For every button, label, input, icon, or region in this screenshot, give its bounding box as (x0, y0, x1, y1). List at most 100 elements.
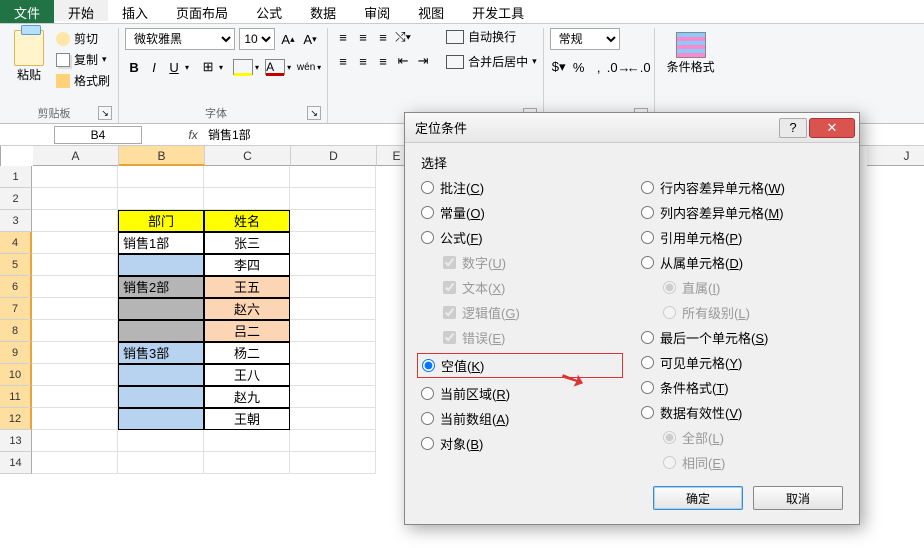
row-header-11[interactable]: 11 (0, 386, 32, 408)
format-painter-button[interactable]: 格式刷 (54, 70, 112, 91)
opt-dependents[interactable]: 从属单元格(D) (641, 253, 843, 272)
col-header-j[interactable]: J (867, 146, 924, 166)
opt-current-region[interactable]: 当前区域(R) (421, 384, 623, 403)
cell-c4[interactable]: 张三 (204, 232, 290, 254)
ok-button[interactable]: 确定 (653, 486, 743, 510)
cell-a12[interactable] (32, 408, 118, 430)
cell-b3[interactable]: 部门 (118, 210, 204, 232)
cell-b14[interactable] (118, 452, 204, 474)
cell-a7[interactable] (32, 298, 118, 320)
cell-b12[interactable] (118, 408, 204, 430)
dialog-help-button[interactable]: ? (779, 118, 807, 138)
tab-file[interactable]: 文件 (0, 0, 54, 23)
underline-button[interactable]: U (165, 58, 183, 76)
font-color-button[interactable]: A (265, 59, 285, 75)
cell-b6[interactable]: 销售2部 (118, 276, 204, 298)
opt-validation[interactable]: 数据有效性(V) (641, 403, 843, 422)
cell-c9[interactable]: 杨二 (204, 342, 290, 364)
cell-a9[interactable] (32, 342, 118, 364)
row-header-5[interactable]: 5 (0, 254, 32, 276)
tab-data[interactable]: 数据 (296, 0, 350, 23)
row-header-1[interactable]: 1 (0, 166, 32, 188)
row-header-2[interactable]: 2 (0, 188, 32, 210)
row-header-13[interactable]: 13 (0, 430, 32, 452)
inc-decimal-button[interactable]: .0→ (610, 58, 628, 76)
row-header-8[interactable]: 8 (0, 320, 32, 342)
cell-b1[interactable] (118, 166, 204, 188)
cell-a3[interactable] (32, 210, 118, 232)
align-middle-button[interactable]: ≡ (354, 28, 372, 46)
opt-comments[interactable]: 批注(C) (421, 178, 623, 197)
opt-constants[interactable]: 常量(O) (421, 203, 623, 222)
opt-formulas[interactable]: 公式(F) (421, 228, 623, 247)
opt-col-diff[interactable]: 列内容差异单元格(M) (641, 203, 843, 222)
row-header-4[interactable]: 4 (0, 232, 32, 254)
cell-b7[interactable] (118, 298, 204, 320)
col-header-a[interactable]: A (33, 146, 119, 166)
italic-button[interactable]: I (145, 58, 163, 76)
cell-b2[interactable] (118, 188, 204, 210)
cell-b9[interactable]: 销售3部 (118, 342, 204, 364)
cell-c11[interactable]: 赵九 (204, 386, 290, 408)
cell-c7[interactable]: 赵六 (204, 298, 290, 320)
cell-b8[interactable] (118, 320, 204, 342)
cell-d13[interactable] (290, 430, 376, 452)
paste-button[interactable]: 粘贴 (10, 28, 48, 85)
dialog-titlebar[interactable]: 定位条件 ? ✕ (405, 113, 859, 143)
cell-d11[interactable] (290, 386, 376, 408)
cell-d6[interactable] (290, 276, 376, 298)
opt-precedents[interactable]: 引用单元格(P) (641, 228, 843, 247)
cell-c3[interactable]: 姓名 (204, 210, 290, 232)
row-header-7[interactable]: 7 (0, 298, 32, 320)
currency-button[interactable]: $▾ (550, 58, 568, 76)
indent-dec-button[interactable]: ⇤ (394, 52, 412, 70)
fill-color-button[interactable] (233, 59, 253, 75)
cell-b13[interactable] (118, 430, 204, 452)
cell-a6[interactable] (32, 276, 118, 298)
opt-current-array[interactable]: 当前数组(A) (421, 409, 623, 428)
merge-center-button[interactable]: 合并后居中▾ (446, 53, 537, 70)
cell-c2[interactable] (204, 188, 290, 210)
cell-a11[interactable] (32, 386, 118, 408)
tab-dev[interactable]: 开发工具 (458, 0, 538, 23)
cell-d1[interactable] (290, 166, 376, 188)
cell-d8[interactable] (290, 320, 376, 342)
orientation-button[interactable]: ⤭▾ (394, 28, 412, 46)
cell-c1[interactable] (204, 166, 290, 188)
bold-button[interactable]: B (125, 58, 143, 76)
cell-d4[interactable] (290, 232, 376, 254)
row-header-6[interactable]: 6 (0, 276, 32, 298)
cell-a5[interactable] (32, 254, 118, 276)
row-header-10[interactable]: 10 (0, 364, 32, 386)
align-left-button[interactable]: ≡ (334, 52, 352, 70)
indent-inc-button[interactable]: ⇥ (414, 52, 432, 70)
cell-a1[interactable] (32, 166, 118, 188)
cell-d10[interactable] (290, 364, 376, 386)
tab-home[interactable]: 开始 (54, 0, 108, 23)
row-header-14[interactable]: 14 (0, 452, 32, 474)
cell-a13[interactable] (32, 430, 118, 452)
opt-last-cell[interactable]: 最后一个单元格(S) (641, 328, 843, 347)
cell-b10[interactable] (118, 364, 204, 386)
decrease-font-button[interactable]: A▾ (301, 30, 319, 48)
font-name-select[interactable]: 微软雅黑 (125, 28, 235, 50)
col-header-c[interactable]: C (205, 146, 291, 166)
conditional-formatting-button[interactable]: 条件格式 (661, 28, 721, 79)
cell-c6[interactable]: 王五 (204, 276, 290, 298)
opt-row-diff[interactable]: 行内容差异单元格(W) (641, 178, 843, 197)
tab-review[interactable]: 审阅 (350, 0, 404, 23)
cell-b4[interactable]: 销售1部 (118, 232, 204, 254)
cell-c14[interactable] (204, 452, 290, 474)
cell-d3[interactable] (290, 210, 376, 232)
opt-objects[interactable]: 对象(B) (421, 434, 623, 453)
col-header-d[interactable]: D (291, 146, 377, 166)
name-box[interactable] (54, 126, 142, 144)
select-all-corner[interactable] (0, 146, 1, 166)
cell-c12[interactable]: 王朝 (204, 408, 290, 430)
cell-b5[interactable] (118, 254, 204, 276)
opt-visible[interactable]: 可见单元格(Y) (641, 353, 843, 372)
align-bottom-button[interactable]: ≡ (374, 28, 392, 46)
col-header-b[interactable]: B (119, 146, 205, 166)
phonetic-button[interactable]: wén (297, 58, 315, 76)
cut-button[interactable]: 剪切 (54, 28, 112, 49)
